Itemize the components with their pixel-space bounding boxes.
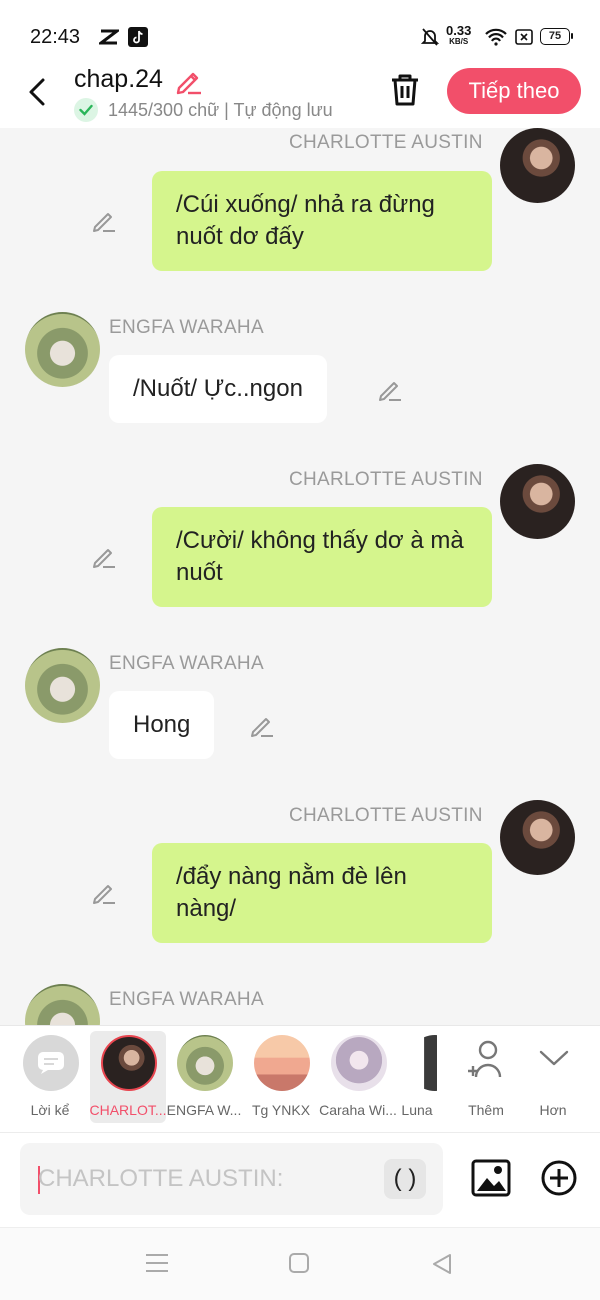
edit-message-icon[interactable] (248, 712, 276, 740)
mute-icon (420, 26, 440, 48)
avatar[interactable] (500, 128, 575, 203)
check-icon (74, 98, 98, 122)
character-label: ENGFA W... (166, 1102, 242, 1118)
avatar[interactable] (25, 984, 100, 1025)
character-label: Caraha Wi... (319, 1102, 397, 1118)
edit-title-icon[interactable] (174, 66, 204, 96)
chevron-left-icon (29, 78, 45, 106)
character-charlotte[interactable]: CHARLOT... (89, 1031, 167, 1123)
character-engfa[interactable]: ENGFA W... (166, 1031, 242, 1123)
delete-button[interactable] (388, 72, 422, 110)
status-bar: 22:43 0.33 KB/S 75 (0, 0, 600, 62)
character-tg-ynkx[interactable]: Tg YNKX (243, 1031, 319, 1123)
avatar (101, 1035, 157, 1091)
narrator-icon (23, 1035, 79, 1091)
character-label: Lời kể (30, 1102, 70, 1118)
avatar (254, 1035, 310, 1091)
home-icon[interactable] (288, 1252, 314, 1278)
expand-characters-button[interactable]: Hơn (515, 1031, 591, 1123)
plus-circle-icon (541, 1160, 577, 1196)
message-sender: ENGFA WARAHA (109, 317, 264, 338)
add-button[interactable] (540, 1159, 578, 1197)
editor-header: chap.24 1445/300 chữ | Tự động lưu Tiếp … (0, 62, 600, 128)
back-button[interactable] (20, 72, 54, 112)
edit-message-icon[interactable] (90, 879, 118, 907)
input-bar: ( ) (0, 1133, 600, 1227)
capcut-icon (98, 26, 120, 48)
avatar (407, 1035, 437, 1091)
message-sender: CHARLOTTE AUSTIN (289, 805, 483, 826)
character-narrator[interactable]: Lời kể (12, 1031, 88, 1123)
message-bubble[interactable]: /Cúi xuống/ nhả ra đừng nuốt dơ đấy (152, 171, 492, 271)
status-time: 22:43 (30, 26, 81, 48)
save-status-text: 1445/300 chữ | Tự động lưu (108, 99, 333, 120)
insert-image-button[interactable] (471, 1159, 511, 1197)
chapter-title[interactable]: chap.24 (74, 65, 163, 94)
edit-message-icon[interactable] (90, 543, 118, 571)
add-character-label: Thêm (468, 1102, 504, 1118)
character-selector: Lời kể CHARLOT... ENGFA W... Tg YNKX Car… (0, 1025, 600, 1133)
menu-icon[interactable] (144, 1252, 170, 1278)
message-sender: ENGFA WARAHA (109, 653, 264, 674)
save-status: 1445/300 chữ | Tự động lưu (74, 98, 333, 122)
tiktok-icon (127, 26, 149, 48)
avatar[interactable] (25, 312, 100, 387)
message-sender: CHARLOTTE AUSTIN (289, 132, 483, 153)
system-nav-bar (0, 1227, 600, 1300)
character-label: Tg YNKX (251, 1102, 311, 1118)
net-speed: 0.33 KB/S (446, 23, 472, 46)
message-bubble[interactable]: /Nuốt/ Ực..ngon (109, 355, 327, 423)
avatar[interactable] (500, 800, 575, 875)
insert-parentheses-button[interactable]: ( ) (384, 1159, 426, 1199)
edit-message-icon[interactable] (90, 207, 118, 235)
battery-icon: 75 (540, 28, 573, 45)
character-label: CHARLOT... (89, 1102, 167, 1118)
avatar[interactable] (500, 464, 575, 539)
character-luna[interactable]: Luna (397, 1031, 437, 1123)
expand-label: Hơn (539, 1102, 567, 1118)
chevron-down-icon (539, 1049, 569, 1072)
message-bubble[interactable]: /Cười/ không thấy dơ à mà nuốt (152, 507, 492, 607)
message-input[interactable] (38, 1143, 378, 1215)
add-person-icon (466, 1039, 506, 1086)
trash-icon (392, 74, 418, 106)
edit-message-icon[interactable] (376, 376, 404, 404)
message-sender: ENGFA WARAHA (109, 989, 264, 1010)
back-nav-icon[interactable] (430, 1252, 456, 1278)
message-bubble[interactable]: /đẩy nàng nằm đè lên nàng/ (152, 843, 492, 943)
message-input-box[interactable]: ( ) (20, 1143, 443, 1215)
image-icon (471, 1159, 511, 1197)
avatar[interactable] (25, 648, 100, 723)
message-sender: CHARLOTTE AUSTIN (289, 469, 483, 490)
avatar (331, 1035, 387, 1091)
close-box-icon (514, 26, 534, 48)
character-caraha[interactable]: Caraha Wi... (319, 1031, 397, 1123)
chat-area[interactable]: CHARLOTTE AUSTIN /Cúi xuống/ nhả ra đừng… (0, 128, 600, 1025)
avatar (177, 1035, 233, 1091)
message-bubble[interactable]: Hong (109, 691, 215, 759)
add-character-button[interactable]: Thêm (448, 1031, 524, 1123)
wifi-icon (484, 26, 508, 48)
next-button[interactable]: Tiếp theo (447, 68, 581, 114)
character-label: Luna (401, 1102, 433, 1118)
